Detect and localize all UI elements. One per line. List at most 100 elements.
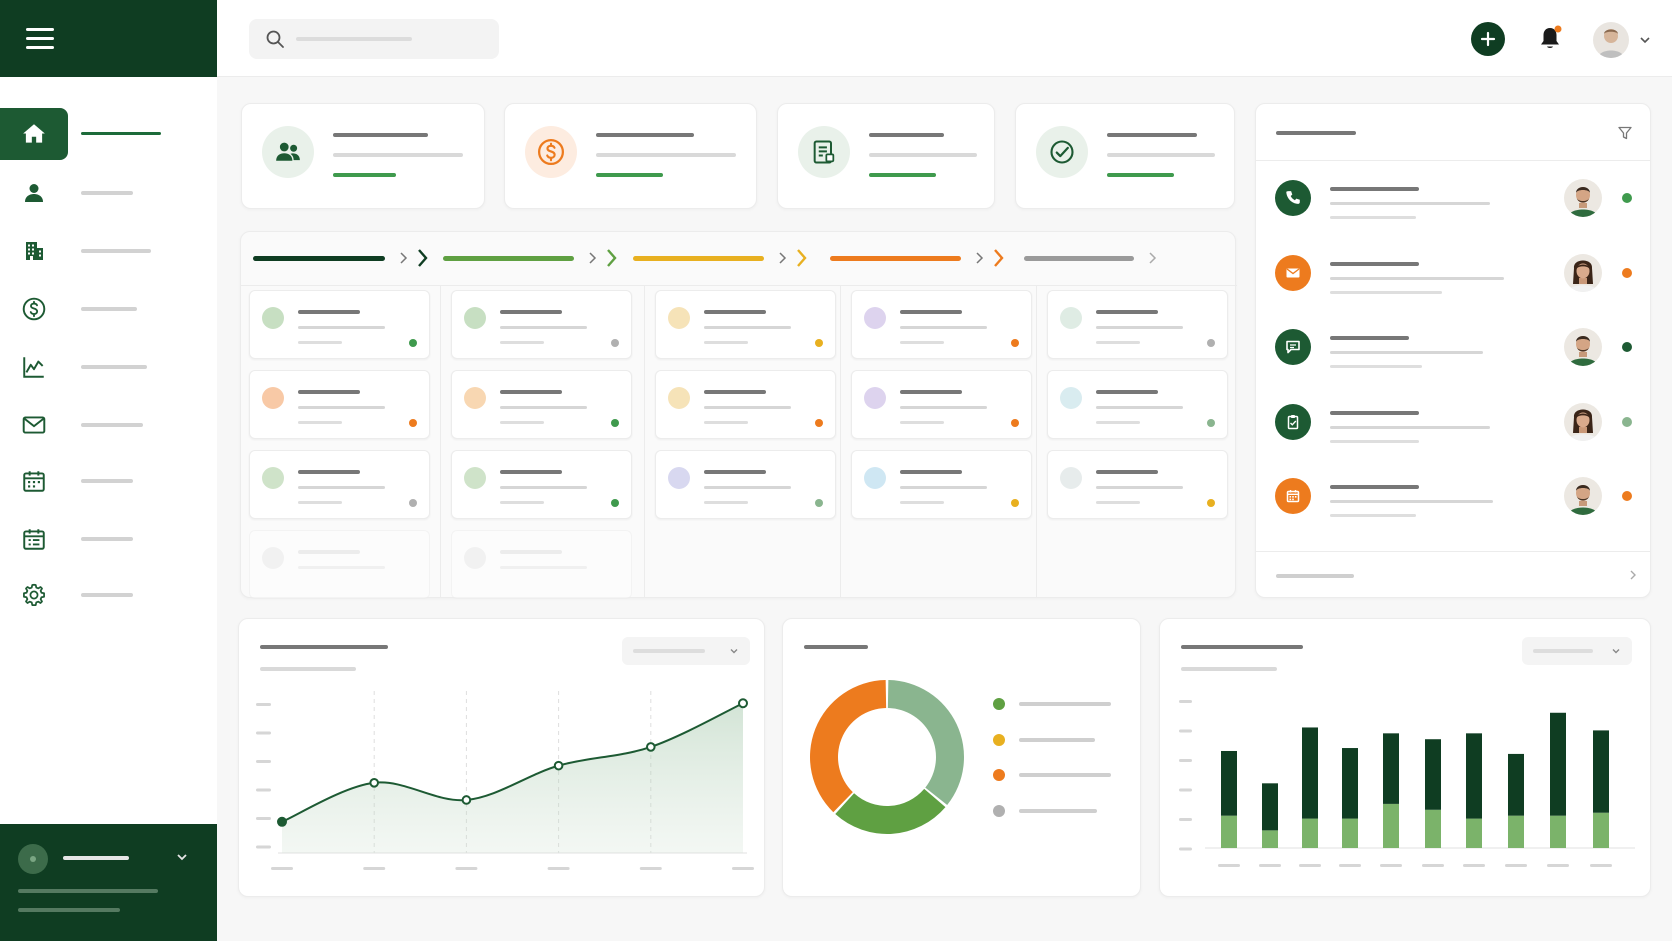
calendar-list-icon: [0, 513, 68, 565]
activity-row[interactable]: [1256, 385, 1650, 459]
document-icon: [798, 126, 850, 178]
pipeline-stage[interactable]: [830, 232, 1010, 286]
pipeline-stage[interactable]: [1024, 232, 1204, 286]
deal-card[interactable]: [451, 450, 632, 519]
chevron-down-icon[interactable]: [175, 850, 189, 869]
pipeline-stage[interactable]: [633, 232, 813, 286]
activity-detail: [1330, 351, 1483, 354]
deal-card[interactable]: [249, 290, 430, 359]
deal-card[interactable]: [851, 450, 1032, 519]
donut-chart: [810, 680, 1111, 834]
status-dot: [611, 419, 619, 427]
avatar: [464, 547, 486, 569]
sidebar-item-label: [81, 132, 161, 135]
deal-card[interactable]: [249, 370, 430, 439]
pipeline-stages: [241, 232, 1237, 286]
pipeline-stage[interactable]: [253, 232, 433, 286]
bar-segment: [1593, 812, 1609, 848]
pipeline-stage[interactable]: [443, 232, 623, 286]
deal-company: [704, 486, 791, 489]
sidebar-item-home[interactable]: [0, 108, 217, 162]
line-chart: [256, 691, 754, 870]
pipeline-column: [645, 286, 841, 597]
view-all-link[interactable]: [1276, 574, 1354, 578]
deal-card[interactable]: [249, 450, 430, 519]
users-icon: [262, 126, 314, 178]
pipeline-column: [241, 286, 441, 599]
kpi-card-contacts[interactable]: [241, 103, 485, 209]
kpi-title: [333, 133, 428, 137]
legend-marker: [993, 805, 1005, 817]
deal-card[interactable]: [1047, 290, 1228, 359]
y-tick-label: [1179, 729, 1192, 733]
avatar: [1564, 477, 1602, 515]
sidebar-item-contacts[interactable]: [0, 167, 217, 221]
chevron-right-icon[interactable]: [1627, 568, 1639, 587]
stage-bar: [830, 256, 961, 261]
search-input[interactable]: [249, 19, 499, 59]
kpi-card-revenue[interactable]: [504, 103, 757, 209]
deal-company: [704, 326, 791, 329]
sidebar-item-settings[interactable]: [0, 569, 217, 623]
kpi-title: [596, 133, 694, 137]
area-fill: [282, 703, 743, 853]
sidebar-item-calendar[interactable]: [0, 455, 217, 509]
kpi-card-completed[interactable]: [1015, 103, 1235, 209]
kpi-card-documents[interactable]: [777, 103, 995, 209]
deal-title: [900, 310, 962, 314]
y-tick-label: [1179, 700, 1192, 703]
legend-label: [1019, 738, 1095, 742]
deal-card[interactable]: [1047, 370, 1228, 439]
user-profile-panel[interactable]: [0, 824, 217, 941]
activity-row[interactable]: [1256, 310, 1650, 384]
activity-row[interactable]: [1256, 459, 1650, 533]
chevron-right-icon: [976, 249, 1004, 267]
kpi-value: [596, 153, 736, 157]
sidebar-item-label: [81, 423, 143, 427]
bar-segment: [1550, 815, 1566, 848]
sidebar-item-deals[interactable]: [0, 283, 217, 337]
activity-row[interactable]: [1256, 236, 1650, 310]
filter-icon[interactable]: [1617, 125, 1633, 146]
sidebar-item-reports[interactable]: [0, 341, 217, 395]
deal-card[interactable]: [655, 370, 836, 439]
deal-card[interactable]: [451, 370, 632, 439]
bar-segment: [1383, 803, 1399, 848]
deal-card[interactable]: [655, 290, 836, 359]
notification-button[interactable]: [1537, 24, 1563, 57]
status-dot: [1011, 419, 1019, 427]
status-dot: [1622, 342, 1632, 352]
deal-value: [704, 421, 748, 424]
deal-card[interactable]: [851, 370, 1032, 439]
deal-title: [900, 390, 962, 394]
stage-bar: [443, 256, 574, 261]
profile-avatar[interactable]: [1593, 22, 1629, 58]
chevron-right-icon: [1149, 252, 1157, 264]
deal-title: [500, 550, 562, 554]
divider: [1256, 551, 1650, 552]
avatar: [668, 307, 690, 329]
deal-card-placeholder: [451, 530, 632, 599]
x-tick-label: [1505, 864, 1527, 867]
deal-card[interactable]: [451, 290, 632, 359]
bar-segment: [1342, 818, 1358, 848]
deal-value: [704, 501, 748, 504]
menu-icon[interactable]: [26, 28, 54, 52]
sidebar-item-companies[interactable]: [0, 225, 217, 279]
deal-card[interactable]: [655, 450, 836, 519]
avatar: [464, 307, 486, 329]
activity-detail: [1330, 500, 1493, 503]
bar-chart-card: [1159, 618, 1651, 897]
chevron-down-icon[interactable]: [1638, 33, 1652, 52]
activity-row[interactable]: [1256, 161, 1650, 235]
deal-company: [298, 326, 385, 329]
sidebar-item-inbox[interactable]: [0, 399, 217, 453]
add-button[interactable]: [1471, 22, 1505, 56]
deal-card[interactable]: [851, 290, 1032, 359]
sidebar-item-label: [81, 191, 133, 195]
deal-card[interactable]: [1047, 450, 1228, 519]
donut-chart-card: [782, 618, 1141, 897]
bar-segment: [1508, 753, 1524, 816]
bar-segment: [1508, 815, 1524, 848]
sidebar-item-tasks[interactable]: [0, 513, 217, 567]
